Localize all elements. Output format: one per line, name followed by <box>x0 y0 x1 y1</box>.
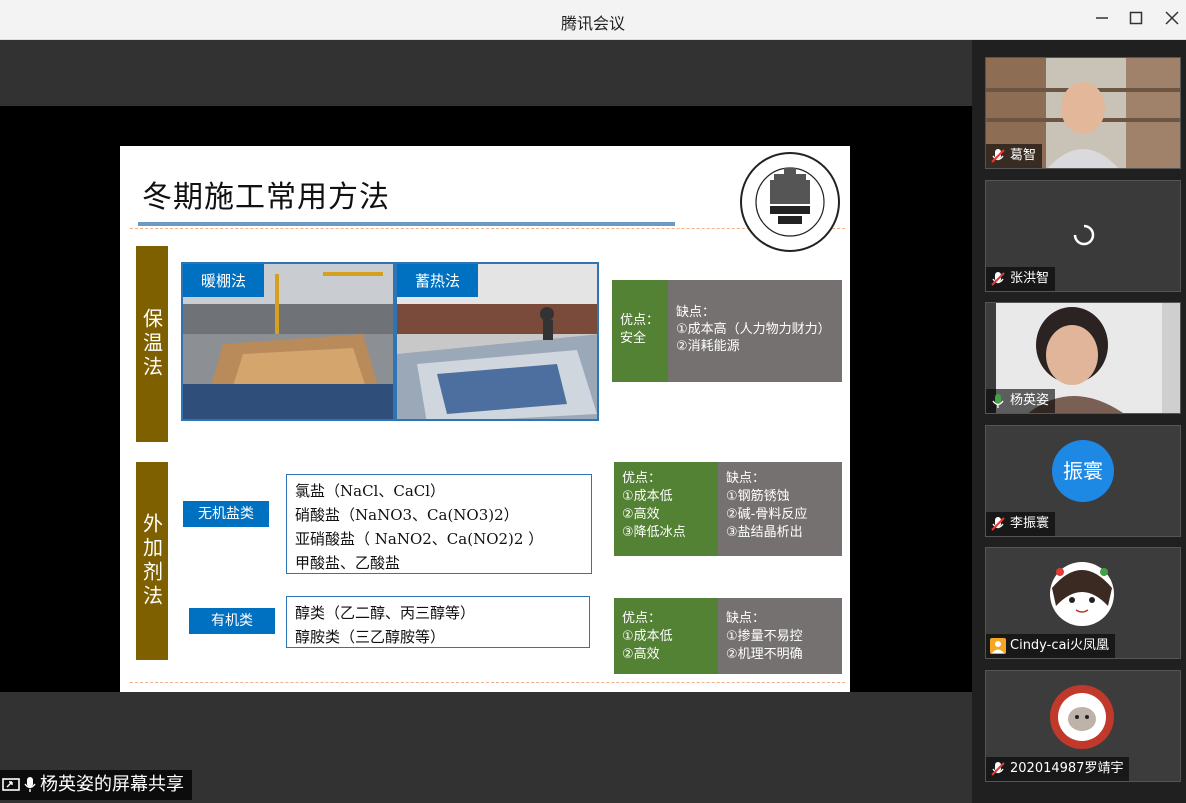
slide-title: 冬期施工常用方法 <box>142 180 390 215</box>
avatar: 振寰 <box>1052 440 1114 502</box>
pros-title: 优点： <box>622 611 662 626</box>
cons-line: ②消耗能源 <box>676 339 740 354</box>
mic-muted-icon <box>991 272 1005 286</box>
cons-title: 缺点： <box>726 471 766 486</box>
participant-tile[interactable]: 振寰 李振寰 <box>985 425 1181 537</box>
participant-name-bar: 葛智 <box>986 144 1043 168</box>
pros-box-organic: 优点： ①成本低 ②高效 <box>614 598 718 674</box>
screen-share-icon <box>2 778 20 791</box>
pros-line: ①成本低 <box>622 629 673 644</box>
participant-tile[interactable]: 葛智 <box>985 57 1181 169</box>
list-item: 甲酸盐、乙酸盐 <box>295 554 401 572</box>
pros-line: ②高效 <box>622 647 660 662</box>
participant-name-bar: 张洪智 <box>986 267 1056 291</box>
pros-title: 优点： <box>620 313 660 328</box>
cons-line: ②碱-骨料反应 <box>726 507 808 522</box>
university-logo <box>740 152 840 252</box>
mic-active-icon <box>24 777 36 792</box>
pros-title: 优点： <box>622 471 662 486</box>
list-item: 亚硝酸盐（ NaNO2、Ca(NO2)2 ） <box>295 530 544 548</box>
section-label-admixture: 外加剂法 <box>136 462 168 660</box>
list-item: 氯盐（NaCl、CaCl） <box>295 482 446 500</box>
participant-name: 202014987罗靖宇 <box>1010 761 1124 776</box>
maximize-icon <box>1129 11 1143 25</box>
close-icon <box>1165 11 1179 25</box>
mic-muted-icon <box>991 517 1005 531</box>
presentation-slide: 冬期施工常用方法 保温法 暖棚法 蓄热法 优点： 安全 缺点： ①成本高（人力物… <box>120 146 850 692</box>
cons-box-inorganic: 缺点： ①钢筋锈蚀 ②碱-骨料反应 ③盐结晶析出 <box>718 462 842 556</box>
participant-name-bar: Cindy-cai火凤凰 <box>986 634 1116 658</box>
photo-tag-heat-storage: 蓄热法 <box>397 264 479 297</box>
pros-box-insulation: 优点： 安全 <box>612 280 668 382</box>
participant-name-bar: 李振寰 <box>986 512 1056 536</box>
participant-name: Cindy-cai火凤凰 <box>1010 638 1110 653</box>
section-label-admixture-text: 外加剂法 <box>139 513 164 609</box>
minimize-button[interactable] <box>1090 8 1114 32</box>
participant-name: 李振寰 <box>1010 516 1050 531</box>
participant-name: 葛智 <box>1010 148 1037 163</box>
title-bar: 腾讯会议 <box>0 0 1186 40</box>
minimize-icon <box>1096 17 1108 19</box>
participant-sidebar: 葛智 张洪智 杨英姿 振寰 李振寰 Cindy-cai火凤凰 202014987… <box>972 40 1186 803</box>
pros-box-inorganic: 优点： ①成本低 ②高效 ③降低冰点 <box>614 462 718 556</box>
section-label-insulation: 保温法 <box>136 246 168 442</box>
maximize-button[interactable] <box>1124 8 1148 32</box>
category-organic: 有机类 <box>189 608 275 634</box>
photo-heat-storage: 蓄热法 <box>395 262 599 421</box>
photo-tag-warm-shed: 暖棚法 <box>183 264 265 297</box>
participant-name-bar: 202014987罗靖宇 <box>986 757 1130 781</box>
pros-line: ②高效 <box>622 507 660 522</box>
screen-share-text: 杨英姿的屏幕共享 <box>40 774 184 795</box>
cons-box-organic: 缺点： ①掺量不易控 ②机理不明确 <box>718 598 842 674</box>
pros-line: 安全 <box>620 331 647 346</box>
photo-warm-shed: 暖棚法 <box>181 262 395 421</box>
mic-active-icon <box>992 394 1004 408</box>
inorganic-salt-list: 氯盐（NaCl、CaCl） 硝酸盐（NaNO3、Ca(NO3)2） 亚硝酸盐（ … <box>286 474 592 574</box>
cons-line: ①钢筋锈蚀 <box>726 489 790 504</box>
participant-tile[interactable]: 杨英姿 <box>985 302 1181 414</box>
cons-box-insulation: 缺点： ①成本高（人力物力财力） ②消耗能源 <box>668 280 842 382</box>
mic-muted-icon <box>991 149 1005 163</box>
mic-muted-icon <box>991 762 1005 776</box>
participant-tile[interactable]: Cindy-cai火凤凰 <box>985 547 1181 659</box>
cons-line: ③盐结晶析出 <box>726 525 803 540</box>
list-item: 醇类（乙二醇、丙三醇等） <box>295 604 476 622</box>
close-button[interactable] <box>1160 8 1184 32</box>
participant-tile[interactable]: 张洪智 <box>985 180 1181 292</box>
pros-line: ①成本低 <box>622 489 673 504</box>
participant-name: 杨英姿 <box>1010 393 1050 408</box>
cons-line: ①成本高（人力物力财力） <box>676 322 831 337</box>
category-inorganic: 无机盐类 <box>183 501 269 527</box>
list-item: 醇胺类（三乙醇胺等） <box>295 628 446 646</box>
window-title: 腾讯会议 <box>560 14 625 33</box>
participant-name-bar: 杨英姿 <box>986 389 1056 413</box>
cons-title: 缺点： <box>676 305 716 320</box>
participant-tile[interactable]: 202014987罗靖宇 <box>985 670 1181 782</box>
pros-line: ③降低冰点 <box>622 525 686 540</box>
user-icon <box>990 638 1006 654</box>
cons-title: 缺点： <box>726 611 766 626</box>
section-label-insulation-text: 保温法 <box>139 308 164 380</box>
participant-name: 张洪智 <box>1010 271 1050 286</box>
cons-line: ②机理不明确 <box>726 647 803 662</box>
cons-line: ①掺量不易控 <box>726 629 803 644</box>
organic-list: 醇类（乙二醇、丙三醇等） 醇胺类（三乙醇胺等） <box>286 596 590 648</box>
screen-share-status: 杨英姿的屏幕共享 <box>0 770 192 800</box>
title-underline <box>138 222 675 226</box>
divider-bottom <box>130 682 845 683</box>
list-item: 硝酸盐（NaNO3、Ca(NO3)2） <box>295 506 519 524</box>
